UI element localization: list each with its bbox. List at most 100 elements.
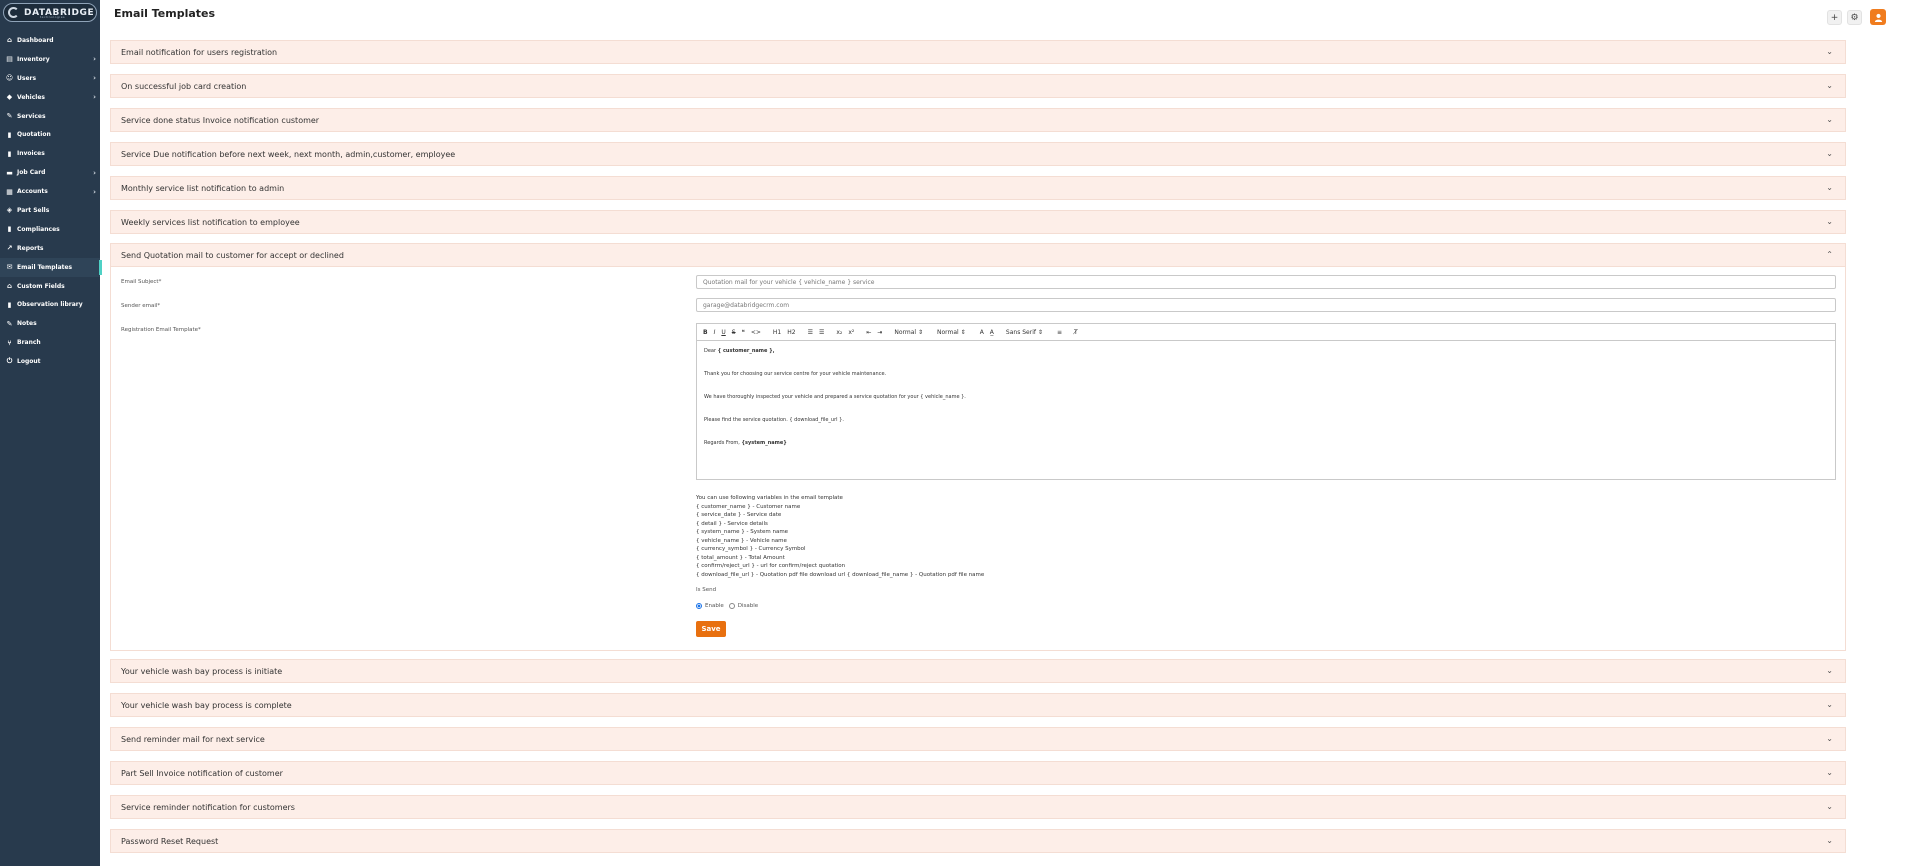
email-subject-input[interactable]	[696, 275, 1836, 289]
sidebar-item-users[interactable]: ☺ Users ›	[0, 69, 100, 88]
font-select[interactable]: Sans Serif ⇕	[1006, 329, 1043, 336]
variable-item: { download_file_url } - Quotation pdf fi…	[696, 571, 985, 578]
sidebar-item-compliances[interactable]: ▮ Compliances	[0, 220, 100, 239]
accordion-header-wash-bay-complete[interactable]: Your vehicle wash bay process is complet…	[110, 693, 1846, 717]
accordion-header-job-card-creation[interactable]: On successful job card creation ⌄	[110, 74, 1846, 98]
chart-icon: ↗	[6, 244, 13, 253]
editor-toolbar: B I U S ❝ <> H1 H2 ☰ ☰ x₂ x² ⇤ ⇥ Normal …	[697, 324, 1835, 341]
user-avatar-icon[interactable]	[1870, 9, 1886, 25]
sidebar-nav: ⌂ Dashboard ▤ Inventory › ☺ Users › ◆ Vehicles…	[0, 31, 102, 371]
sidebar-item-vehicles[interactable]: ◆ Vehicles ›	[0, 88, 100, 107]
disable-label: Disable	[737, 603, 759, 609]
inventory-icon: ▤	[6, 55, 13, 64]
brand-logo[interactable]: DATABRIDGE	[3, 3, 97, 22]
accordion-header-reminder-next-service[interactable]: Send reminder mail for next service ⌄	[110, 727, 1846, 751]
sidebar-item-quotation[interactable]: ▮ Quotation	[0, 125, 100, 144]
tag-icon: ◈	[6, 206, 13, 215]
sidebar-item-reports[interactable]: ↗ Reports	[0, 239, 100, 258]
strike-button[interactable]: S	[732, 329, 736, 336]
bold-button[interactable]: B	[703, 329, 708, 336]
text-color-button[interactable]: A	[980, 329, 984, 336]
sidebar-item-inventory[interactable]: ▤ Inventory ›	[0, 50, 100, 69]
accordion-header-service-done-invoice[interactable]: Service done status Invoice notification…	[110, 108, 1846, 132]
accordion-header-wash-bay-initiate[interactable]: Your vehicle wash bay process is initiat…	[110, 659, 1846, 683]
variable-item: { vehicle_name } - Vehicle name	[696, 537, 787, 544]
editor-content[interactable]: Dear { customer_name }, Thank you for ch…	[697, 341, 1835, 468]
heading2-button[interactable]: H2	[787, 329, 795, 336]
chevron-right-icon: ›	[93, 187, 96, 196]
enable-label: Enable	[705, 603, 724, 609]
superscript-button[interactable]: x²	[848, 329, 854, 336]
chevron-right-icon: ›	[93, 55, 96, 64]
italic-button[interactable]: I	[714, 329, 716, 336]
template-label: Registration Email Template*	[121, 327, 201, 333]
chevron-right-icon: ›	[93, 74, 96, 83]
sidebar-item-services[interactable]: ✎ Services	[0, 107, 100, 126]
sidebar-item-accounts[interactable]: ▦ Accounts ›	[0, 182, 100, 201]
sidebar-item-custom-fields[interactable]: ⌂ Custom Fields	[0, 277, 100, 296]
brand-tagline: technologies	[40, 15, 66, 19]
fields-icon: ⌂	[6, 282, 12, 291]
accordion-header-weekly-service[interactable]: Weekly services list notification to emp…	[110, 210, 1846, 234]
sidebar-item-observation-library[interactable]: ▮ Observation library	[0, 295, 100, 314]
enable-radio[interactable]	[696, 603, 702, 609]
chevron-up-icon: ⌃	[1826, 250, 1833, 259]
outdent-button[interactable]: ⇤	[866, 329, 871, 336]
sidebar-item-notes[interactable]: ✎ Notes	[0, 314, 100, 333]
accounts-icon: ▦	[6, 187, 13, 196]
save-button[interactable]: Save	[696, 621, 726, 637]
select-arrows-icon: ⇕	[917, 328, 924, 336]
accordion-header-users-registration[interactable]: Email notification for users registratio…	[110, 40, 1846, 64]
bullet-list-button[interactable]: ☰	[819, 329, 824, 336]
accordion-header-service-reminder[interactable]: Service reminder notification for custom…	[110, 795, 1846, 819]
wrench-icon: ✎	[6, 112, 13, 120]
sidebar: DATABRIDGE technologies ⌂ Dashboard ▤ Inve…	[0, 0, 102, 866]
chevron-right-icon: ›	[93, 93, 96, 102]
editor-greeting: Dear { customer_name },	[704, 348, 775, 354]
sidebar-item-branch[interactable]: ⑂ Branch	[0, 333, 100, 352]
accordion-header-service-due[interactable]: Service Due notification before next wee…	[110, 142, 1846, 166]
rich-text-editor: B I U S ❝ <> H1 H2 ☰ ☰ x₂ x² ⇤ ⇥ Normal …	[696, 323, 1836, 480]
indent-button[interactable]: ⇥	[877, 329, 882, 336]
jobcard-icon: ▬	[6, 168, 13, 177]
size-select-2[interactable]: Normal ⇕	[937, 329, 966, 336]
disable-radio[interactable]	[728, 603, 735, 609]
sidebar-item-job-card[interactable]: ▬ Job Card ›	[0, 163, 100, 182]
gear-icon[interactable]: ⚙	[1847, 10, 1862, 25]
page-title: Email Templates	[114, 7, 216, 20]
code-button[interactable]: <>	[751, 329, 761, 336]
accordion-header-monthly-service[interactable]: Monthly service list notification to adm…	[110, 176, 1846, 200]
variable-item: { customer_name } - Customer name	[696, 503, 801, 510]
power-icon: ⏻	[6, 357, 13, 366]
editor-regards: Regards From, {system_name}	[704, 440, 787, 446]
sidebar-item-logout[interactable]: ⏻ Logout	[0, 352, 100, 371]
align-button[interactable]: ≡	[1057, 329, 1062, 336]
subscript-button[interactable]: x₂	[836, 329, 842, 336]
sidebar-item-email-templates[interactable]: ✉ Email Templates	[0, 257, 102, 277]
accordion-header-send-quotation[interactable]: Send Quotation mail to customer for acce…	[110, 243, 1846, 267]
accordion-header-part-sell-invoice[interactable]: Part Sell Invoice notification of custom…	[110, 761, 1846, 785]
variable-item: { system_name } - System name	[696, 529, 789, 535]
chevron-down-icon: ⌄	[1826, 836, 1833, 845]
sender-email-input[interactable]	[696, 298, 1836, 312]
blockquote-button[interactable]: ❝	[742, 329, 745, 336]
compliance-icon: ▮	[7, 225, 12, 234]
sidebar-item-dashboard[interactable]: ⌂ Dashboard	[0, 31, 100, 50]
heading1-button[interactable]: H1	[773, 329, 781, 336]
ordered-list-button[interactable]: ☰	[808, 329, 813, 336]
chevron-down-icon: ⌄	[1826, 217, 1833, 226]
size-select-1[interactable]: Normal ⇕	[894, 329, 923, 336]
background-color-button[interactable]: A̲	[990, 329, 994, 336]
branch-icon: ⑂	[7, 338, 12, 347]
chevron-down-icon: ⌄	[1826, 81, 1833, 90]
user-icon: ☺	[5, 74, 14, 83]
underline-button[interactable]: U	[721, 329, 725, 336]
sidebar-item-part-sells[interactable]: ◈ Part Sells	[0, 201, 100, 220]
add-icon[interactable]: +	[1827, 10, 1842, 25]
sidebar-item-invoices[interactable]: ▮ Invoices	[0, 144, 100, 163]
home-icon: ⌂	[6, 36, 12, 45]
variable-item: { confirm/reject_url } - url for confirm…	[696, 563, 846, 569]
clear-format-button[interactable]: T̸	[1074, 329, 1078, 336]
email-icon: ✉	[6, 263, 13, 272]
accordion-header-password-reset[interactable]: Password Reset Request ⌄	[110, 829, 1846, 853]
